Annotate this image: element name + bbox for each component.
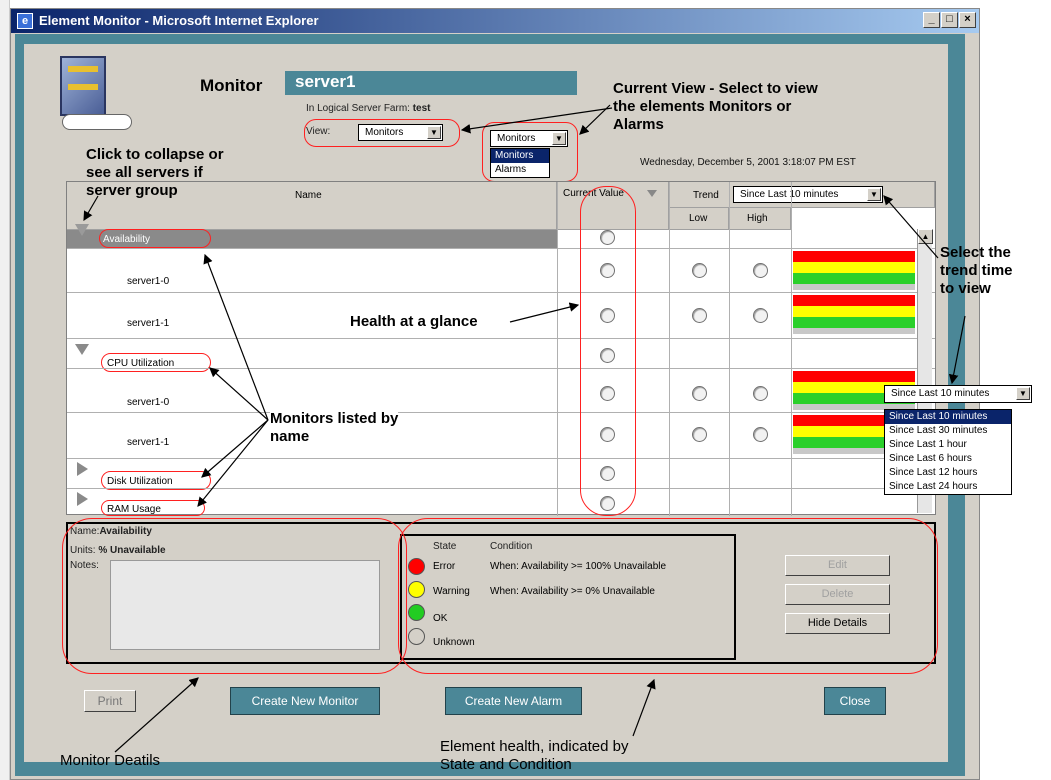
window-title: Element Monitor - Microsoft Internet Exp…: [39, 13, 319, 28]
trend-option[interactable]: Since Last 1 hour: [885, 438, 1011, 452]
expand-icon[interactable]: [77, 462, 88, 476]
title-bar: e Element Monitor - Microsoft Internet E…: [11, 9, 979, 33]
trend-option[interactable]: Since Last 30 minutes: [885, 424, 1011, 438]
highlight-current-values: [580, 186, 636, 516]
expand-icon[interactable]: [77, 492, 88, 506]
highlight-view: [304, 119, 460, 147]
highlight-details: [62, 518, 407, 674]
trend-select-open[interactable]: Since Last 10 minutes ▼: [884, 385, 1032, 403]
app-logo: [46, 56, 136, 146]
header-low: Low: [669, 208, 729, 230]
highlight-view-open: [482, 122, 578, 182]
collapse-icon[interactable]: [75, 224, 89, 236]
collapse-icon[interactable]: [75, 344, 89, 355]
trend-option[interactable]: Since Last 6 hours: [885, 452, 1011, 466]
create-alarm-button[interactable]: Create New Alarm: [445, 687, 582, 715]
annotation-element-health: Element health, indicated by State and C…: [440, 738, 629, 773]
trend-select[interactable]: Since Last 10 minutes ▼: [733, 186, 883, 203]
scroll-up-icon[interactable]: ▲: [918, 229, 933, 244]
annotation-trend: Select the trend time to view: [940, 244, 1013, 297]
annotation-health: Health at a glance: [350, 313, 478, 331]
low-indicator: [692, 308, 707, 323]
trend-dropdown-popup: Since Last 10 minutes ▼ Since Last 10 mi…: [884, 385, 1032, 503]
trend-option[interactable]: Since Last 10 minutes: [885, 410, 1011, 424]
high-indicator: [753, 263, 768, 278]
highlight-health: [398, 518, 938, 674]
minimize-button[interactable]: _: [923, 12, 940, 28]
high-indicator: [753, 308, 768, 323]
high-indicator: [753, 427, 768, 442]
close-window-button[interactable]: ×: [959, 12, 976, 28]
annotation-current-view: Current View - Select to view the elemen…: [613, 80, 818, 133]
create-monitor-button[interactable]: Create New Monitor: [230, 687, 380, 715]
chevron-down-icon: ▼: [867, 188, 881, 201]
monitor-label: Monitor: [200, 76, 263, 95]
low-indicator: [692, 263, 707, 278]
server-name: server1-1: [127, 437, 170, 448]
maximize-button[interactable]: □: [941, 12, 958, 28]
server-tab: server1: [285, 71, 577, 95]
server-name: server1-0: [127, 276, 170, 287]
trend-option[interactable]: Since Last 12 hours: [885, 466, 1011, 480]
chevron-down-icon: ▼: [1016, 387, 1030, 400]
server-farm-info: In Logical Server Farm: test: [306, 103, 431, 114]
ie-icon: e: [17, 13, 33, 29]
close-button[interactable]: Close: [824, 687, 886, 715]
annotation-monitor-details: Monitor Deatils: [60, 752, 161, 769]
trend-options-list: Since Last 10 minutes Since Last 30 minu…: [884, 409, 1012, 495]
annotation-monitors: Monitors listed by name: [270, 410, 399, 446]
timestamp: Wednesday, December 5, 2001 3:18:07 PM E…: [640, 157, 856, 168]
server-name: server1-1: [127, 318, 170, 329]
print-button[interactable]: Print: [84, 690, 136, 712]
low-indicator: [692, 386, 707, 401]
high-indicator: [753, 386, 768, 401]
left-edge: [0, 0, 10, 780]
sort-icon: [647, 190, 657, 197]
server-name: server1-0: [127, 397, 170, 408]
header-high: High: [729, 208, 791, 230]
trend-option[interactable]: Since Last 24 hours: [885, 480, 1011, 494]
annotation-collapse: Click to collapse or see all servers if …: [86, 146, 224, 199]
low-indicator: [692, 427, 707, 442]
monitor-grid: Name Current Value Trend Since Last 10 m…: [66, 181, 936, 516]
